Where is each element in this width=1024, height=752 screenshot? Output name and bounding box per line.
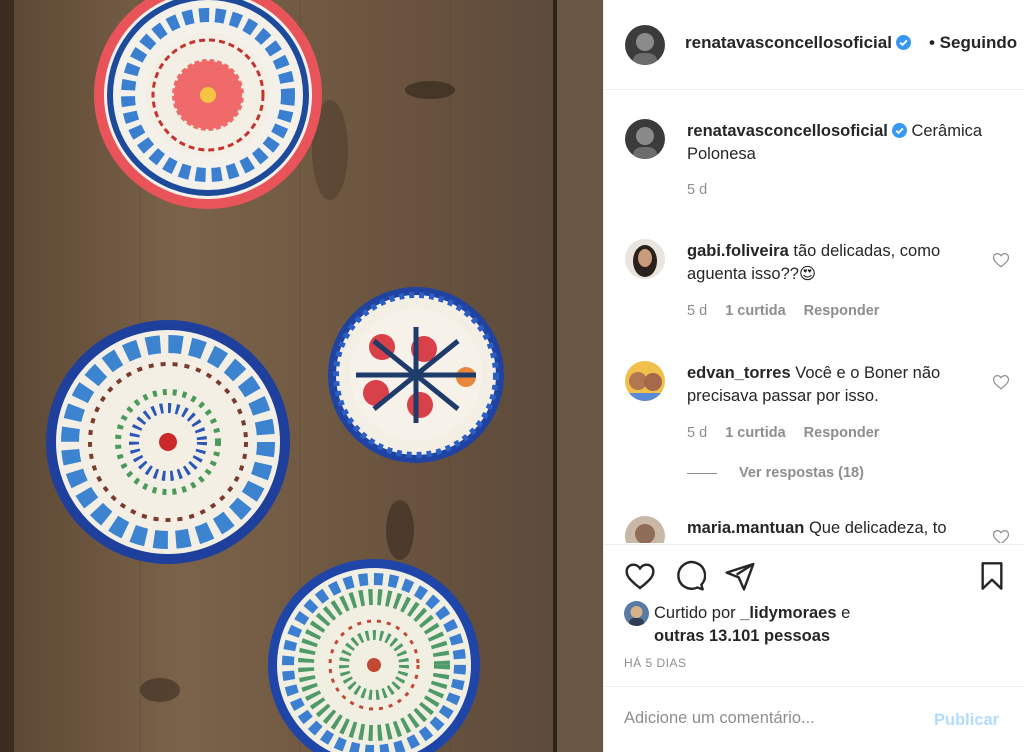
comment-body: Que delicadeza, to (808, 519, 947, 537)
reply-button[interactable]: Responder (804, 303, 880, 319)
view-replies-label: Ver respostas (18) (739, 465, 864, 481)
commenter-avatar[interactable] (625, 361, 665, 401)
author-avatar[interactable] (625, 25, 665, 65)
verified-icon (891, 123, 907, 138)
comment-time[interactable]: 5 d (687, 425, 707, 441)
replies-divider (687, 472, 717, 474)
comment-time[interactable]: 5 d (687, 303, 707, 319)
reply-button[interactable]: Responder (804, 425, 880, 441)
bookmark-icon[interactable] (976, 560, 1008, 592)
commenter-avatar[interactable] (625, 516, 665, 543)
likes-conj: e (836, 604, 851, 622)
comment-meta: 5 d 1 curtida Responder (687, 303, 893, 319)
caption-text: renatavasconcellosoficial Cerâmica Polon… (687, 120, 1017, 165)
caption-meta: 5 d (687, 182, 721, 198)
verified-icon (895, 35, 911, 50)
author-username[interactable]: renatavasconcellosoficial (685, 33, 892, 52)
like-comment-heart-icon[interactable] (992, 373, 1010, 391)
caption-avatar[interactable] (625, 119, 665, 159)
comments-list[interactable]: renatavasconcellosoficial Cerâmica Polon… (604, 91, 1024, 543)
heart-icon[interactable] (624, 560, 656, 592)
likes-text: Curtido por _lidymoraes e outras 13.101 … (654, 602, 914, 647)
share-icon[interactable] (724, 560, 756, 592)
comment-author[interactable]: edvan_torres (687, 364, 791, 382)
like-comment-heart-icon[interactable] (992, 528, 1010, 543)
commenter-avatar[interactable] (625, 239, 665, 279)
publish-button[interactable]: Publicar (934, 711, 999, 730)
comment-icon[interactable] (674, 560, 706, 592)
comment-text: gabi.foliveira tão delicadas, como aguen… (687, 240, 977, 285)
add-comment-bar: Publicar (604, 686, 1024, 752)
post-time-ago[interactable]: HÁ 5 DIAS (624, 656, 687, 670)
post-photo[interactable] (0, 0, 603, 752)
comment-meta: 5 d 1 curtida Responder (687, 425, 893, 441)
liker-username[interactable]: _lidymoraes (740, 604, 836, 622)
like-comment-heart-icon[interactable] (992, 251, 1010, 269)
likes-prefix: Curtido por (654, 604, 741, 622)
caption-time[interactable]: 5 d (687, 182, 707, 198)
comment-likes[interactable]: 1 curtida (725, 303, 785, 319)
caption-author[interactable]: renatavasconcellosoficial (687, 122, 888, 140)
view-replies-button[interactable]: Ver respostas (18) (687, 465, 864, 481)
likes-count[interactable]: outras 13.101 pessoas (654, 627, 830, 645)
following-button[interactable]: • Seguindo (929, 33, 1024, 53)
post-actions: Curtido por _lidymoraes e outras 13.101 … (604, 544, 1024, 686)
post-sidebar: renatavasconcellosoficial • Seguindo ren… (603, 0, 1024, 752)
comment-text: maria.mantuan Que delicadeza, to (687, 517, 977, 540)
liker-avatar[interactable] (624, 601, 649, 626)
comment-author[interactable]: gabi.foliveira (687, 242, 789, 260)
ceramic-bowls-image (0, 0, 603, 752)
comment-author[interactable]: maria.mantuan (687, 519, 804, 537)
comment-text: edvan_torres Você e o Boner não precisav… (687, 362, 977, 407)
comment-likes[interactable]: 1 curtida (725, 425, 785, 441)
author-username-row: renatavasconcellosoficial (685, 33, 911, 53)
comment-input[interactable] (624, 709, 924, 728)
post-header: renatavasconcellosoficial • Seguindo (604, 0, 1024, 90)
